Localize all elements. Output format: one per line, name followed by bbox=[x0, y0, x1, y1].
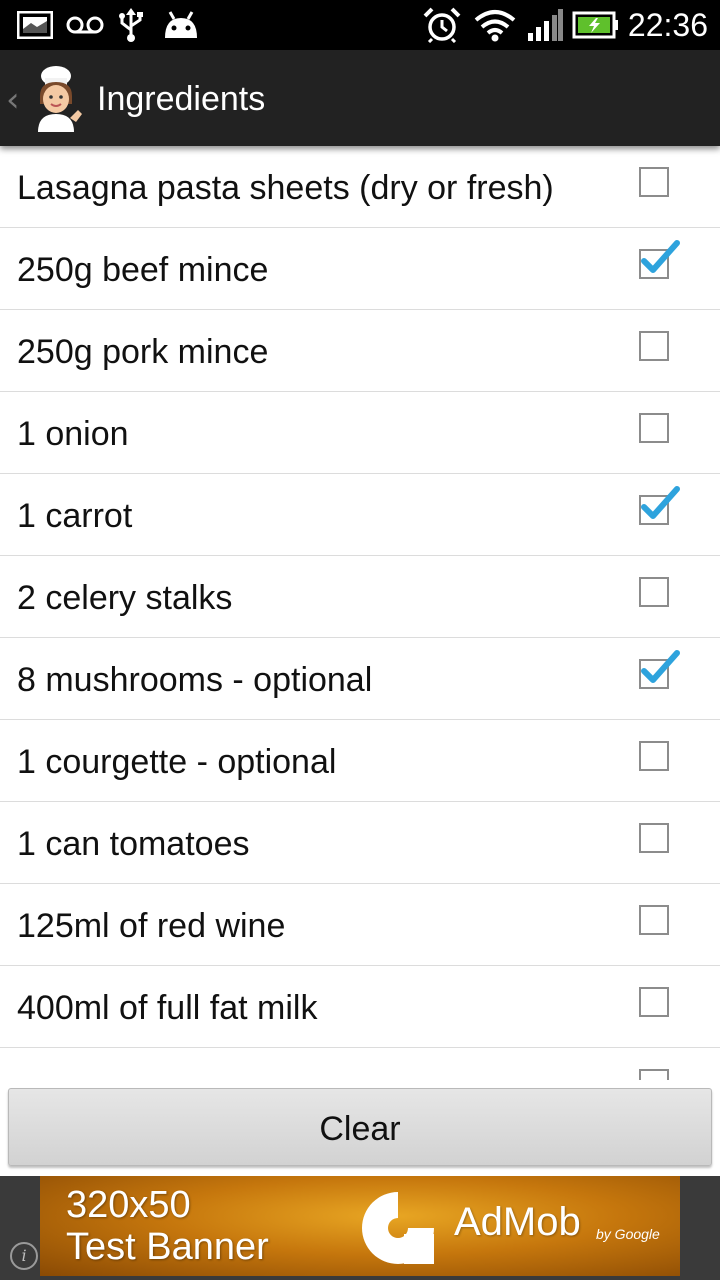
chef-icon bbox=[30, 64, 88, 132]
checkmark-icon bbox=[641, 650, 680, 683]
ingredient-label: 1 can tomatoes bbox=[17, 825, 250, 863]
admob-brand-text: AdMob bbox=[454, 1200, 581, 1244]
admob-by-google-text: by Google bbox=[596, 1226, 660, 1242]
wifi-icon bbox=[474, 8, 516, 42]
ingredient-row[interactable]: 400ml of full fat milk bbox=[0, 966, 720, 1048]
page-title: Ingredients bbox=[97, 80, 266, 118]
ingredient-row[interactable]: 125ml of red wine bbox=[0, 884, 720, 966]
ingredient-checkbox[interactable] bbox=[639, 413, 669, 443]
ingredient-row[interactable]: 250g pork mince bbox=[0, 310, 720, 392]
ingredient-checkbox[interactable] bbox=[639, 331, 669, 361]
ingredient-label: 250g beef mince bbox=[17, 251, 269, 289]
ingredient-checkbox[interactable] bbox=[639, 650, 680, 689]
ingredient-checkbox[interactable] bbox=[639, 486, 680, 525]
ingredient-row[interactable]: 2 celery stalks bbox=[0, 556, 720, 638]
ingredient-checkbox[interactable] bbox=[639, 905, 669, 935]
ad-test-banner-text: Test Banner bbox=[66, 1226, 269, 1268]
ingredient-label: 1 onion bbox=[17, 415, 129, 453]
battery-charging-icon bbox=[572, 8, 620, 42]
ingredient-row[interactable]: 1 carrot bbox=[0, 474, 720, 556]
ingredient-label: 1 courgette - optional bbox=[17, 743, 337, 781]
ad-info-icon[interactable]: i bbox=[10, 1242, 38, 1270]
up-navigation-button[interactable]: ‹ bbox=[0, 50, 92, 146]
ingredient-label: 1 carrot bbox=[17, 497, 133, 535]
ingredient-row[interactable]: 1 onion bbox=[0, 392, 720, 474]
ingredient-checkbox[interactable] bbox=[639, 577, 669, 607]
ad-area: i 320x50 Test Banner AdMob by Google bbox=[0, 1176, 720, 1280]
signal-icon bbox=[526, 8, 564, 42]
ingredient-row[interactable]: Lasagna pasta sheets (dry or fresh) bbox=[0, 146, 720, 228]
ingredient-checkbox[interactable] bbox=[639, 1069, 669, 1080]
ingredient-label: Lasagna pasta sheets (dry or fresh) bbox=[17, 169, 554, 207]
admob-logo-icon bbox=[358, 1188, 438, 1268]
alarm-icon bbox=[422, 7, 462, 43]
ingredient-checkbox[interactable] bbox=[639, 823, 669, 853]
clear-button[interactable]: Clear bbox=[8, 1088, 712, 1166]
voicemail-icon bbox=[66, 8, 104, 42]
usb-icon bbox=[116, 8, 146, 42]
ingredient-checkbox[interactable] bbox=[639, 741, 669, 771]
gallery-icon bbox=[16, 8, 54, 42]
ingredient-row[interactable]: 1 can tomatoes bbox=[0, 802, 720, 884]
status-bar: 22:36 bbox=[0, 0, 720, 50]
ingredient-list[interactable]: Lasagna pasta sheets (dry or fresh) 250g … bbox=[0, 146, 720, 1080]
checkmark-icon bbox=[641, 486, 680, 519]
ad-banner[interactable]: 320x50 Test Banner AdMob by Google bbox=[40, 1176, 680, 1276]
ingredient-label: 125ml of red wine bbox=[17, 907, 286, 945]
ingredient-checkbox[interactable] bbox=[639, 987, 669, 1017]
back-caret-icon: ‹ bbox=[6, 80, 20, 120]
ingredient-checkbox[interactable] bbox=[639, 240, 680, 279]
clear-button-bar: Clear bbox=[0, 1080, 720, 1176]
clock-time: 22:36 bbox=[627, 7, 708, 43]
action-bar: ‹ Ingredients bbox=[0, 50, 720, 146]
ingredient-label: 8 mushrooms - optional bbox=[17, 661, 373, 699]
ingredient-label: 2 celery stalks bbox=[17, 579, 233, 617]
ingredient-row[interactable]: 1 courgette - optional bbox=[0, 720, 720, 802]
ad-size-text: 320x50 bbox=[66, 1184, 191, 1226]
ingredient-row[interactable]: 8 mushrooms - optional bbox=[0, 638, 720, 720]
android-debug-icon bbox=[160, 8, 202, 42]
checkmark-icon bbox=[641, 240, 680, 273]
ingredient-checkbox[interactable] bbox=[639, 167, 669, 197]
ingredient-row-partial[interactable] bbox=[0, 1048, 720, 1080]
ingredient-label: 250g pork mince bbox=[17, 333, 269, 371]
ingredient-label: 400ml of full fat milk bbox=[17, 989, 318, 1027]
ingredient-row[interactable]: 250g beef mince bbox=[0, 228, 720, 310]
